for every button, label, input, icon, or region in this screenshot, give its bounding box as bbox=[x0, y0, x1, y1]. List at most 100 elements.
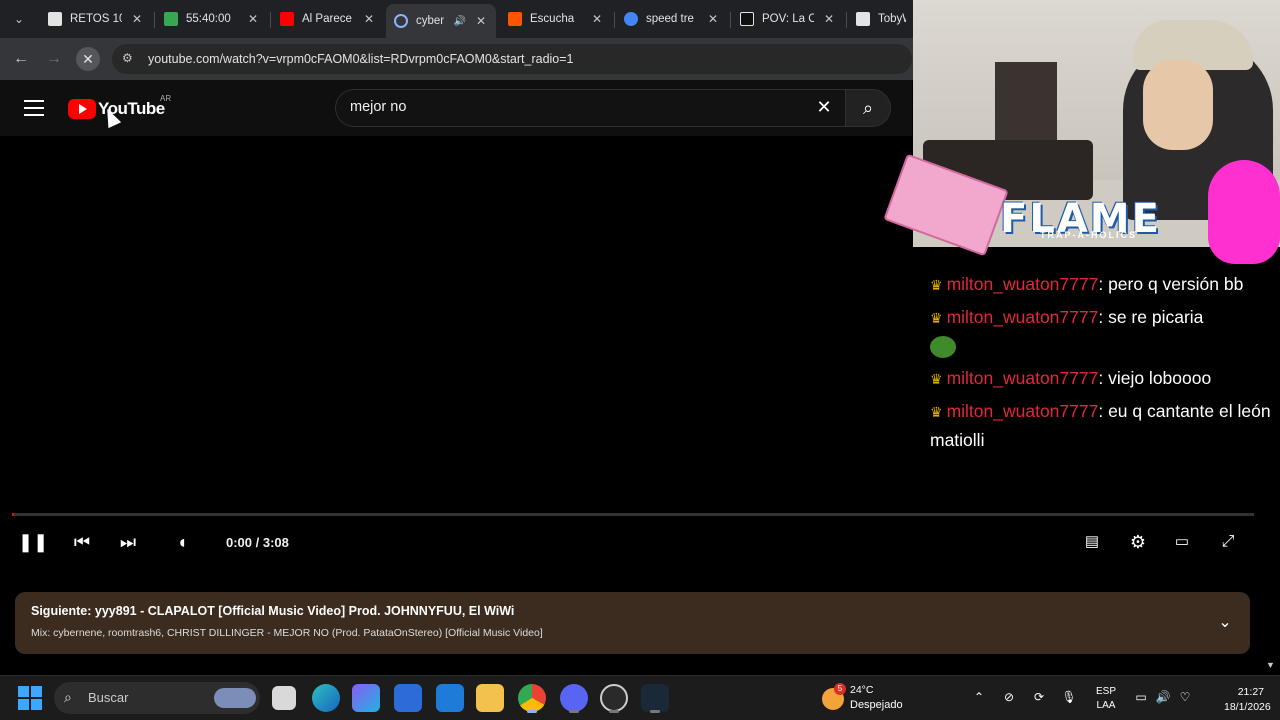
chat-message: ♛ milton_wuaton7777: se re picaria bbox=[930, 303, 1275, 360]
tray-app-icon[interactable]: ⊘ bbox=[1000, 688, 1018, 706]
microphone-icon[interactable]: 🎙 bbox=[1060, 688, 1078, 706]
chat-text: pero q versión bb bbox=[1108, 274, 1244, 294]
store-icon[interactable] bbox=[394, 684, 422, 712]
progress-played bbox=[12, 513, 14, 516]
tab-divider bbox=[730, 12, 731, 28]
windows-start-icon[interactable] bbox=[18, 686, 42, 710]
back-icon[interactable]: ← bbox=[9, 47, 33, 71]
volume-icon[interactable]: 🔊 bbox=[1154, 688, 1172, 706]
settings-gear-icon[interactable]: ⚙ bbox=[1126, 530, 1150, 554]
tab-title: Escucha bbox=[530, 13, 575, 25]
scroll-down-icon[interactable]: ▼ bbox=[1266, 660, 1275, 670]
system-clock[interactable]: 21:27 18/1/2026 bbox=[1224, 685, 1271, 715]
soundcloud-icon bbox=[508, 12, 522, 26]
progress-bar[interactable] bbox=[12, 513, 1254, 516]
tab-escucha[interactable]: Escucha ✕ bbox=[500, 4, 612, 34]
weather-temperature[interactable]: 24°C bbox=[850, 684, 873, 696]
search-highlight-icon bbox=[214, 688, 256, 708]
display-icon[interactable]: ▭ bbox=[1132, 688, 1150, 706]
search-query[interactable]: mejor no bbox=[350, 99, 406, 115]
obs-icon[interactable] bbox=[600, 684, 628, 712]
flame-logo-subtitle: TRAP-A-HOLICS bbox=[1040, 230, 1137, 240]
task-view-icon[interactable] bbox=[272, 686, 296, 710]
close-icon[interactable]: ✕ bbox=[130, 12, 144, 26]
tiktok-icon bbox=[740, 12, 754, 26]
tab-title: cyber bbox=[416, 15, 445, 27]
screen: ⌄ RETOS 10 ✕ 55:40:00 ✕ Al Parece ✕ cybe… bbox=[0, 0, 1280, 720]
close-icon[interactable]: ✕ bbox=[706, 12, 720, 26]
chat-text: viejo loboooo bbox=[1108, 368, 1212, 388]
tab-cyber[interactable]: cyber 🔊 ✕ bbox=[386, 4, 496, 38]
discord-icon[interactable] bbox=[560, 684, 588, 712]
language-code: ESP bbox=[1096, 686, 1117, 697]
notification-icon[interactable]: ♡ bbox=[1176, 688, 1194, 706]
tab-retos[interactable]: RETOS 10 ✕ bbox=[40, 4, 152, 34]
volume-icon[interactable]: ◖ bbox=[170, 530, 194, 554]
language-indicator[interactable]: ESP LAA bbox=[1096, 685, 1116, 713]
tab-tobywu[interactable]: TobyWu bbox=[848, 4, 914, 34]
audio-playing-icon[interactable]: 🔊 bbox=[454, 16, 466, 27]
region-code: AR bbox=[160, 94, 172, 103]
clear-search-icon[interactable]: ✕ bbox=[814, 97, 834, 117]
loading-icon bbox=[394, 14, 408, 28]
edge-icon[interactable] bbox=[312, 684, 340, 712]
copilot-icon[interactable] bbox=[352, 684, 380, 712]
up-next-panel[interactable] bbox=[15, 592, 1250, 654]
site-settings-icon[interactable]: ⚙ bbox=[122, 51, 136, 65]
search-button[interactable]: ⌕ bbox=[845, 89, 891, 127]
tab-speed[interactable]: speed tre ✕ bbox=[616, 4, 728, 34]
crown-icon: ♛ bbox=[930, 310, 943, 326]
tab-al-parecer[interactable]: Al Parece ✕ bbox=[272, 4, 384, 34]
crown-icon: ♛ bbox=[930, 277, 943, 293]
tab-pov[interactable]: POV: La C ✕ bbox=[732, 4, 844, 34]
theater-mode-icon[interactable]: ▭ bbox=[1170, 530, 1194, 554]
file-explorer-icon[interactable] bbox=[476, 684, 504, 712]
up-next-mix[interactable]: Mix: cybernene, roomtrash6, CHRIST DILLI… bbox=[31, 627, 543, 639]
chat-message: ♛ milton_wuaton7777: viejo loboooo bbox=[930, 368, 1212, 388]
chat-username: milton_wuaton7777 bbox=[946, 274, 1099, 294]
tab-title: TobyWu bbox=[878, 13, 906, 25]
stop-loading-icon[interactable]: ✕ bbox=[76, 47, 100, 71]
tab-divider bbox=[270, 12, 271, 28]
chrome-icon[interactable] bbox=[518, 684, 546, 712]
search-input[interactable] bbox=[335, 89, 845, 127]
fullscreen-icon[interactable]: ⤢ bbox=[1216, 530, 1240, 554]
next-icon[interactable]: ⏭ bbox=[116, 530, 140, 554]
taskbar-search-label[interactable]: Buscar bbox=[88, 690, 128, 705]
subtitles-icon[interactable]: ▤ bbox=[1080, 530, 1104, 554]
tab-timer[interactable]: 55:40:00 ✕ bbox=[156, 4, 268, 34]
crown-icon: ♛ bbox=[930, 371, 943, 387]
chevron-up-icon[interactable]: ⌃ bbox=[970, 688, 988, 706]
chat-username: milton_wuaton7777 bbox=[946, 368, 1099, 388]
search-icon: ⌕ bbox=[64, 689, 72, 705]
up-next-title[interactable]: Siguiente: yyy891 - CLAPALOT [Official M… bbox=[31, 604, 514, 618]
chevron-down-icon[interactable]: ⌄ bbox=[1214, 612, 1236, 634]
tab-search-icon[interactable]: ⌄ bbox=[8, 8, 30, 30]
close-icon[interactable]: ✕ bbox=[246, 12, 260, 26]
outlook-icon[interactable] bbox=[436, 684, 464, 712]
tab-divider bbox=[614, 12, 615, 28]
close-icon[interactable]: ✕ bbox=[822, 12, 836, 26]
close-icon[interactable]: ✕ bbox=[474, 14, 488, 28]
chat-username: milton_wuaton7777 bbox=[946, 401, 1099, 421]
url-text[interactable]: youtube.com/watch?v=vrpm0cFAOM0&list=RDv… bbox=[148, 52, 574, 66]
steam-icon[interactable] bbox=[641, 684, 669, 712]
weather-description[interactable]: Despejado bbox=[850, 699, 903, 711]
streamer-face bbox=[1143, 60, 1213, 150]
tab-divider bbox=[846, 12, 847, 28]
webcam-poster bbox=[995, 62, 1057, 146]
menu-icon[interactable] bbox=[24, 100, 44, 116]
close-icon[interactable]: ✕ bbox=[362, 12, 376, 26]
pause-icon[interactable]: ❚❚ bbox=[18, 530, 48, 554]
tab-title: RETOS 10 bbox=[70, 13, 122, 25]
previous-icon[interactable]: ⏮ bbox=[70, 530, 94, 554]
close-icon[interactable]: ✕ bbox=[590, 12, 604, 26]
clock-time: 21:27 bbox=[1237, 686, 1264, 698]
open-app-indicator bbox=[569, 710, 579, 713]
youtube-icon bbox=[280, 12, 294, 26]
sync-icon[interactable]: ⟳ bbox=[1030, 688, 1048, 706]
search-icon: ⌕ bbox=[862, 98, 874, 118]
forward-icon[interactable]: → bbox=[42, 47, 66, 71]
open-app-indicator bbox=[650, 710, 660, 713]
tab-title: 55:40:00 bbox=[186, 13, 231, 25]
